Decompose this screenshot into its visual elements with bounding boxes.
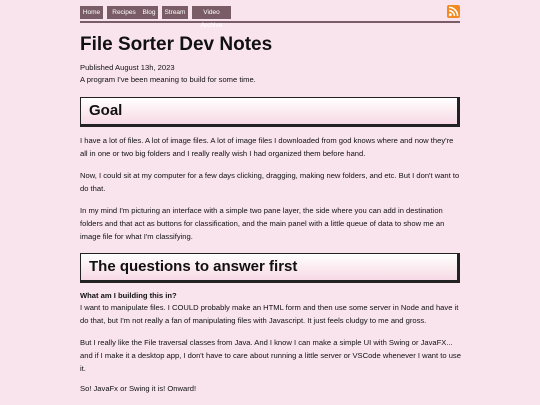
paragraph: Now, I could sit at my computer for a fe…	[80, 171, 460, 193]
post-subtitle: A program I've been meaning to build for…	[80, 75, 256, 84]
nav-video-archive-button[interactable]: Video Archive	[192, 6, 231, 29]
paragraph: I have a lot of files. A lot of image fi…	[80, 136, 454, 158]
section-heading-goal: Goal	[80, 97, 460, 127]
published-date: Published August 13h, 2023	[80, 63, 175, 72]
question-heading: What am I building this in?	[80, 291, 177, 300]
nav-recipes-button[interactable]: Recipes	[107, 6, 141, 19]
page: Home Recipes Blog Stream Video Archive F…	[0, 0, 540, 405]
section-heading-text: The questions to answer first	[89, 258, 298, 275]
paragraph: I want to manipulate files. I COULD prob…	[80, 303, 459, 325]
nav-blog-button[interactable]: Blog	[140, 6, 158, 19]
rss-icon[interactable]	[447, 5, 460, 18]
paragraph: So! JavaFx or Swing it is! Onward!	[80, 384, 197, 393]
nav-home-button[interactable]: Home	[80, 6, 103, 19]
nav-stream-button[interactable]: Stream	[162, 6, 188, 19]
section-heading-questions: The questions to answer first	[80, 253, 460, 283]
top-nav: Home Recipes Blog Stream Video Archive	[80, 6, 460, 29]
paragraph: But I really like the File traversal cla…	[80, 338, 461, 373]
post-title: File Sorter Dev Notes	[80, 34, 273, 55]
paragraph: In my mind I'm picturing an interface wi…	[80, 206, 445, 241]
section-heading-text: Goal	[89, 102, 123, 119]
